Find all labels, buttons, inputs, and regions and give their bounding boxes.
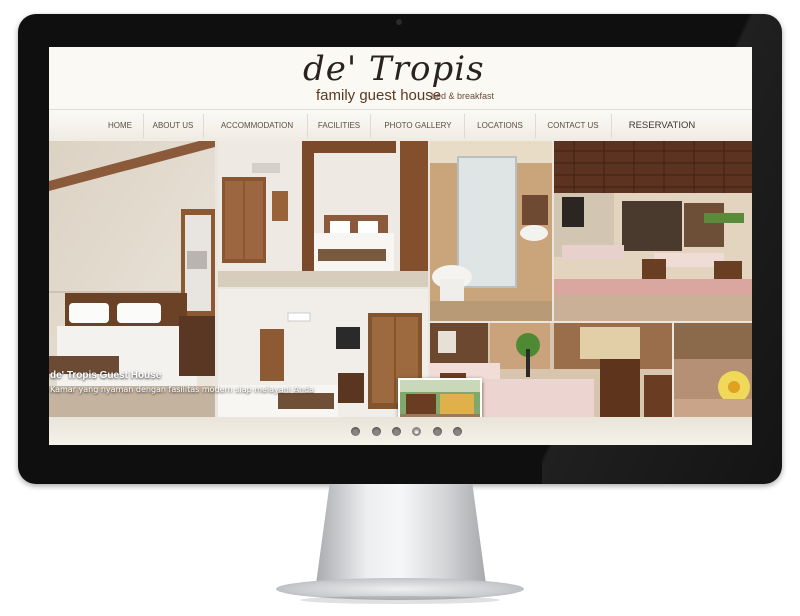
slider-dot-5[interactable] bbox=[433, 427, 442, 436]
slider-dot-4-active[interactable] bbox=[412, 427, 421, 436]
nav-facilities[interactable]: FACILITIES bbox=[310, 110, 368, 142]
nav-divider bbox=[535, 114, 536, 138]
slide-caption-text: Kamar yang nyaman dengan fasilitas moder… bbox=[50, 385, 315, 394]
stand-shadow bbox=[300, 596, 500, 604]
slide-photo-dining bbox=[554, 141, 752, 321]
site-header: de' Tropis family guest house bed & brea… bbox=[49, 47, 752, 109]
slider-dot-3[interactable] bbox=[392, 427, 401, 436]
monitor-stand bbox=[316, 484, 486, 584]
nav-divider bbox=[143, 114, 144, 138]
slide-photo-flower bbox=[674, 323, 752, 417]
nav-photo-gallery[interactable]: PHOTO GALLERY bbox=[374, 110, 462, 142]
main-nav: HOME ABOUT US ACCOMMODATION FACILITIES P… bbox=[49, 109, 752, 143]
nav-divider bbox=[464, 114, 465, 138]
site-logo[interactable]: de' Tropis bbox=[303, 49, 485, 89]
nav-reservation[interactable]: RESERVATION bbox=[617, 110, 707, 142]
slider-dot-6[interactable] bbox=[453, 427, 462, 436]
nav-accommodation[interactable]: ACCOMMODATION bbox=[208, 110, 306, 142]
nav-divider bbox=[203, 114, 204, 138]
logo-tagline: bed & breakfast bbox=[431, 91, 495, 101]
slide-photo-room-bottom bbox=[218, 289, 428, 417]
nav-contact-us[interactable]: CONTACT US bbox=[538, 110, 608, 142]
nav-divider bbox=[307, 114, 308, 138]
slider-dot-2[interactable] bbox=[372, 427, 381, 436]
logo-subtitle: family guest house bbox=[316, 87, 442, 104]
webcam-icon bbox=[396, 19, 402, 25]
nav-divider bbox=[370, 114, 371, 138]
slide-photo-room-top bbox=[218, 141, 428, 287]
slide-caption-title: de' Tropis Guest House bbox=[50, 370, 162, 381]
slide-photo-bathroom bbox=[430, 141, 552, 321]
nav-home[interactable]: HOME bbox=[97, 110, 143, 142]
nav-about-us[interactable]: ABOUT US bbox=[146, 110, 200, 142]
nav-divider bbox=[611, 114, 612, 138]
website-screen: de' Tropis family guest house bed & brea… bbox=[49, 47, 752, 445]
nav-locations[interactable]: LOCATIONS bbox=[467, 110, 533, 142]
slider-dot-1[interactable] bbox=[351, 427, 360, 436]
